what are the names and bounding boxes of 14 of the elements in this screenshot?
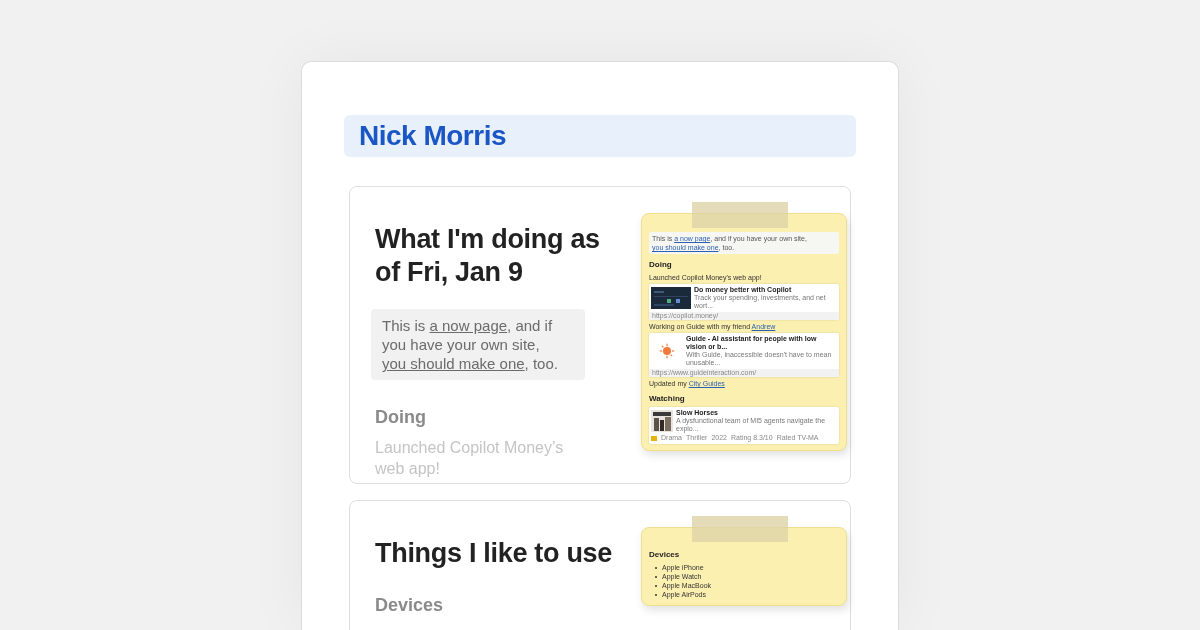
faded-text: Launched Copilot Money’s web app! — [375, 438, 565, 479]
section-title: What I'm doing as of Fri, Jan 9 — [375, 223, 601, 289]
note-heading: Watching — [649, 393, 686, 405]
note-heading: Doing — [649, 259, 673, 271]
link[interactable]: you should make one — [382, 355, 525, 372]
section-heading: Devices — [375, 594, 445, 617]
note-heading: Devices — [649, 549, 681, 561]
link[interactable]: a now page — [429, 317, 508, 334]
section-title: Things I like to use — [375, 537, 614, 570]
intro-text: This is a now page, and if you have your own site, you should make one, too. — [371, 309, 585, 380]
site-title[interactable]: Nick Morris — [359, 115, 506, 157]
sun-icon — [659, 343, 675, 359]
section-heading: Doing — [375, 406, 427, 429]
rating-badge — [651, 435, 657, 441]
